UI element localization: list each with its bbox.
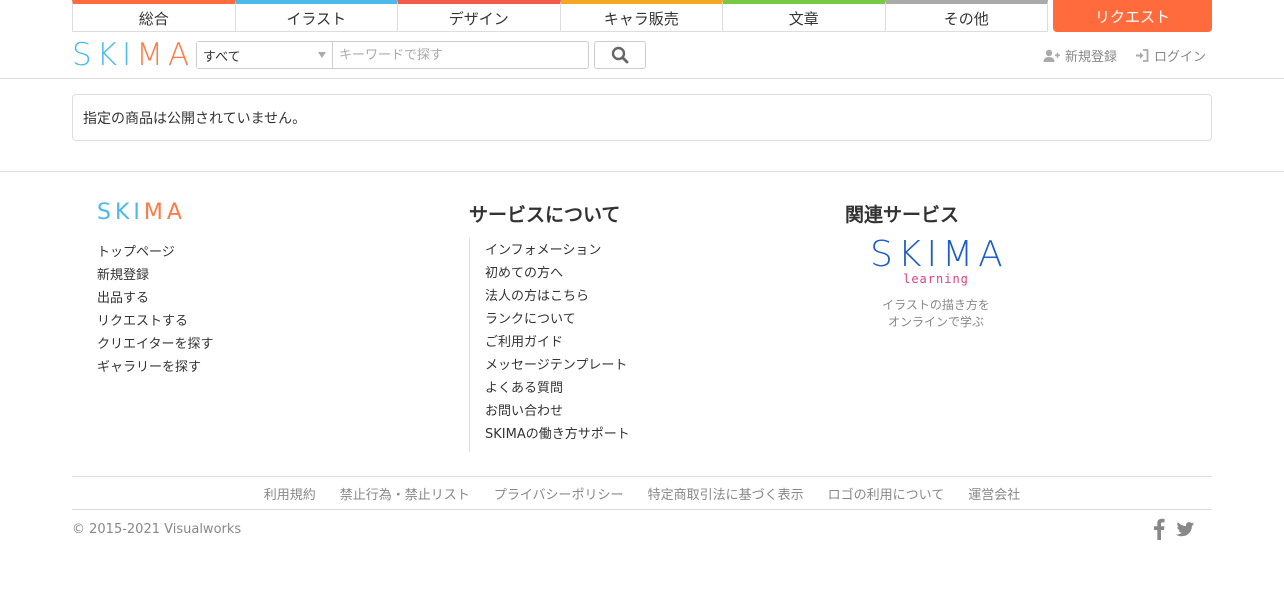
category-nav: 総合 イラスト デザイン キャラ販売 文章 その他 bbox=[72, 0, 1048, 32]
footer-service-link[interactable]: SKIMAの働き方サポート bbox=[485, 423, 630, 446]
footer-link[interactable]: 新規登録 bbox=[97, 264, 213, 287]
category-select[interactable]: すべて bbox=[197, 42, 333, 68]
footer-link[interactable]: 出品する bbox=[97, 287, 213, 310]
logo-letter: K bbox=[96, 37, 123, 73]
legal-divider-top bbox=[72, 476, 1212, 477]
sign-in-icon bbox=[1136, 49, 1149, 62]
category-label: イラスト bbox=[286, 10, 347, 28]
footer-related-title: 関連サービス bbox=[845, 204, 960, 226]
logo-letter: K bbox=[114, 200, 134, 225]
legal-link[interactable]: 特定商取引法に基づく表示 bbox=[648, 484, 804, 503]
footer-service-link[interactable]: インフォメーション bbox=[485, 239, 630, 262]
search-icon bbox=[611, 46, 629, 64]
learning-desc-line: オンラインで学ぶ bbox=[887, 315, 984, 329]
footer-service-link[interactable]: 法人の方はこちら bbox=[485, 285, 630, 308]
logo-letter: S bbox=[97, 200, 115, 225]
logo-letter: S bbox=[72, 37, 97, 73]
chevron-down-icon bbox=[318, 52, 326, 58]
footer-service-link[interactable]: 初めての方へ bbox=[485, 262, 630, 285]
logo-letter: I bbox=[133, 200, 144, 225]
footer-link[interactable]: ギャラリーを探す bbox=[97, 356, 213, 379]
category-tab-character[interactable]: キャラ販売 bbox=[560, 0, 723, 32]
footer-link[interactable]: クリエイターを探す bbox=[97, 333, 213, 356]
logo-letter: I bbox=[122, 37, 137, 73]
footer-service-title: サービスについて bbox=[469, 204, 621, 226]
footer-service-link[interactable]: お問い合わせ bbox=[485, 400, 630, 423]
legal-link[interactable]: 禁止行為・禁止リスト bbox=[340, 484, 470, 503]
search-bar: すべて bbox=[196, 41, 589, 69]
category-tab-general[interactable]: 総合 bbox=[72, 0, 236, 32]
footer-site-links: トップページ 新規登録 出品する リクエストする クリエイターを探す ギャラリーを探す bbox=[97, 241, 213, 379]
category-label: 総合 bbox=[138, 10, 169, 28]
category-label: キャラ販売 bbox=[603, 10, 679, 28]
category-tab-design[interactable]: デザイン bbox=[398, 0, 561, 32]
search-button[interactable] bbox=[594, 41, 646, 69]
category-select-value: すべて bbox=[203, 49, 241, 65]
facebook-icon[interactable] bbox=[1153, 518, 1165, 540]
footer-link[interactable]: リクエストする bbox=[97, 310, 213, 333]
logo-letter: A bbox=[166, 200, 186, 225]
footer-link[interactable]: トップページ bbox=[97, 241, 213, 264]
legal-link[interactable]: ロゴの利用について bbox=[828, 484, 945, 503]
category-label: その他 bbox=[943, 10, 989, 28]
skima-learning-logo[interactable]: SKIMA learning bbox=[870, 234, 1008, 287]
footer-divider bbox=[0, 171, 1284, 172]
category-tab-other[interactable]: その他 bbox=[885, 0, 1048, 32]
copyright: © 2015-2021 Visualworks bbox=[72, 522, 242, 537]
category-label: デザイン bbox=[448, 10, 509, 28]
footer-service-links: インフォメーション 初めての方へ 法人の方はこちら ランクについて ご利用ガイド メッセー… bbox=[469, 238, 630, 452]
legal-links: 利用規約 禁止行為・禁止リスト プライバシーポリシー 特定商取引法に基づく表示 ロゴの利… bbox=[72, 484, 1212, 503]
footer-service-link[interactable]: メッセージテンプレート bbox=[485, 354, 630, 377]
register-label: 新規登録 bbox=[1065, 50, 1118, 65]
legal-link[interactable]: 運営会社 bbox=[968, 484, 1020, 503]
social-links bbox=[1153, 518, 1198, 540]
user-plus-icon bbox=[1043, 49, 1060, 62]
legal-link[interactable]: プライバシーポリシー bbox=[494, 484, 624, 503]
footer-service-link[interactable]: よくある質問 bbox=[485, 377, 630, 400]
register-link[interactable]: 新規登録 bbox=[1043, 46, 1117, 65]
login-link[interactable]: ログイン bbox=[1135, 46, 1206, 65]
twitter-icon[interactable] bbox=[1175, 520, 1198, 539]
learning-logo-text: SKIMA bbox=[870, 234, 1008, 275]
alert-message-text: 指定の商品は公開されていません。 bbox=[83, 110, 307, 127]
legal-link[interactable]: 利用規約 bbox=[264, 484, 316, 503]
header-divider bbox=[0, 78, 1284, 79]
account-links: 新規登録 ログイン bbox=[1043, 46, 1206, 65]
learning-desc-line: イラストの描き方を bbox=[882, 298, 990, 312]
logo-letter: M bbox=[136, 37, 168, 73]
category-label: 文章 bbox=[788, 10, 819, 28]
learning-description: イラストの描き方を オンラインで学ぶ bbox=[856, 297, 1016, 331]
alert-message: 指定の商品は公開されていません。 bbox=[72, 94, 1212, 141]
logo-letter: M bbox=[143, 200, 167, 225]
legal-divider-bottom bbox=[72, 509, 1212, 510]
footer-service-link[interactable]: ランクについて bbox=[485, 308, 630, 331]
login-label: ログイン bbox=[1154, 50, 1207, 65]
skima-logo[interactable]: SKIMA bbox=[72, 37, 194, 73]
logo-letter: A bbox=[167, 37, 195, 73]
footer-logo[interactable]: SKIMA bbox=[97, 200, 186, 226]
keyword-search-input[interactable] bbox=[333, 42, 588, 68]
category-tab-illust[interactable]: イラスト bbox=[235, 0, 398, 32]
category-tab-writing[interactable]: 文章 bbox=[723, 0, 886, 32]
footer-service-link[interactable]: ご利用ガイド bbox=[485, 331, 630, 354]
request-button[interactable]: リクエスト bbox=[1053, 0, 1212, 32]
